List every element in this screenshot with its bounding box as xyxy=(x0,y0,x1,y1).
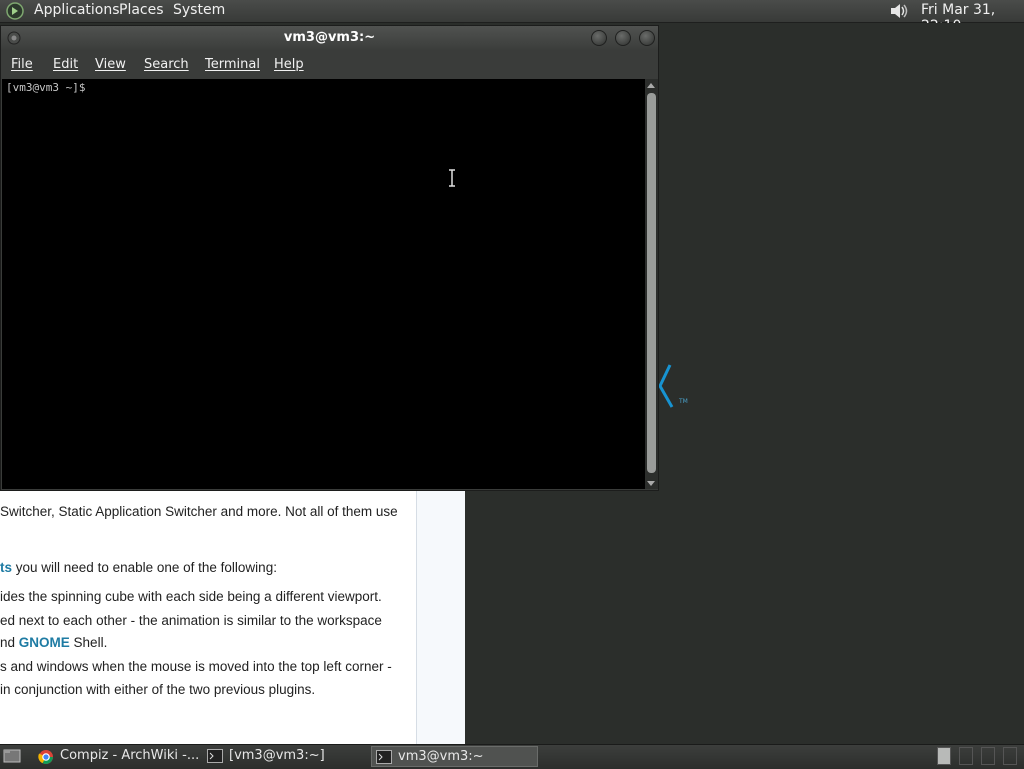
terminal-output[interactable]: [vm3@vm3 ~]$ xyxy=(2,79,645,489)
window-title: vm3@vm3:~ xyxy=(283,30,376,45)
workspace-1[interactable] xyxy=(937,747,951,765)
minimize-button[interactable] xyxy=(591,30,607,46)
terminal-icon xyxy=(207,749,223,763)
task-label: vm3@vm3:~ xyxy=(398,749,484,764)
workspace-3[interactable] xyxy=(981,747,995,765)
scroll-down-icon[interactable] xyxy=(647,481,655,486)
shell-prompt: [vm3@vm3 ~]$ xyxy=(6,81,86,94)
wiki-text-line: nd GNOME Shell. xyxy=(0,635,107,650)
task-label: [vm3@vm3:~] xyxy=(229,748,325,763)
terminal-menubar: File Edit View Search Terminal Help xyxy=(1,50,658,78)
browser-window-background[interactable]: Switcher, Static Application Switcher an… xyxy=(0,470,465,744)
top-panel: Applications Places System Fri Mar 31, 2… xyxy=(0,0,1024,34)
wiki-text-line: ts you will need to enable one of the fo… xyxy=(0,560,277,575)
taskbar-item-terminal-1[interactable]: [vm3@vm3:~] xyxy=(203,746,369,767)
volume-icon[interactable] xyxy=(888,2,910,20)
wiki-text: you will need to enable one of the follo… xyxy=(12,560,277,575)
gnome-link[interactable]: GNOME xyxy=(19,635,70,650)
close-button[interactable] xyxy=(639,30,655,46)
taskbar-item-terminal-2[interactable]: vm3@vm3:~ xyxy=(371,746,538,767)
window-titlebar[interactable]: vm3@vm3:~ xyxy=(1,26,658,50)
wiki-link[interactable]: ts xyxy=(0,560,12,575)
terminal-scrollbar[interactable] xyxy=(645,79,658,489)
text-cursor-icon xyxy=(449,169,455,187)
terminal-window[interactable]: vm3@vm3:~ File Edit View Search Terminal… xyxy=(0,25,659,491)
wiki-text-line: Switcher, Static Application Switcher an… xyxy=(0,504,398,519)
menu-file[interactable]: File xyxy=(11,57,33,72)
scroll-up-icon[interactable] xyxy=(647,83,655,88)
workspace-4[interactable] xyxy=(1003,747,1017,765)
menu-edit[interactable]: Edit xyxy=(53,57,78,72)
wiki-text: Shell. xyxy=(69,635,108,650)
wiki-text: nd xyxy=(0,635,19,650)
wiki-text-line: in conjunction with either of the two pr… xyxy=(0,682,316,697)
chrome-icon xyxy=(38,750,53,764)
system-menu[interactable]: System xyxy=(173,2,225,18)
taskbar-item-browser[interactable]: Compiz - ArchWiki -... xyxy=(34,746,202,767)
scroll-thumb[interactable] xyxy=(647,93,656,473)
task-label: Compiz - ArchWiki -... xyxy=(60,748,200,763)
applications-menu[interactable]: Applications xyxy=(34,2,120,18)
bottom-panel: Compiz - ArchWiki -... [vm3@vm3:~] vm3@v… xyxy=(0,744,1024,769)
trademark-mark: TM xyxy=(679,398,688,405)
distro-logo-icon[interactable] xyxy=(6,2,24,20)
arch-logo-fragment-icon xyxy=(658,364,674,408)
maximize-button[interactable] xyxy=(615,30,631,46)
show-desktop-icon[interactable] xyxy=(3,748,21,764)
wiki-text-line: ides the spinning cube with each side be… xyxy=(0,589,382,604)
wiki-text-line: s and windows when the mouse is moved in… xyxy=(0,659,392,674)
menu-terminal[interactable]: Terminal xyxy=(205,57,260,72)
menu-view[interactable]: View xyxy=(95,57,126,72)
wiki-text-line: ed next to each other - the animation is… xyxy=(0,613,382,628)
places-menu[interactable]: Places xyxy=(119,2,164,18)
browser-scroll-strip xyxy=(416,470,465,744)
menu-help[interactable]: Help xyxy=(274,57,304,72)
terminal-icon xyxy=(376,750,392,764)
menu-search[interactable]: Search xyxy=(144,57,189,72)
workspace-2[interactable] xyxy=(959,747,973,765)
